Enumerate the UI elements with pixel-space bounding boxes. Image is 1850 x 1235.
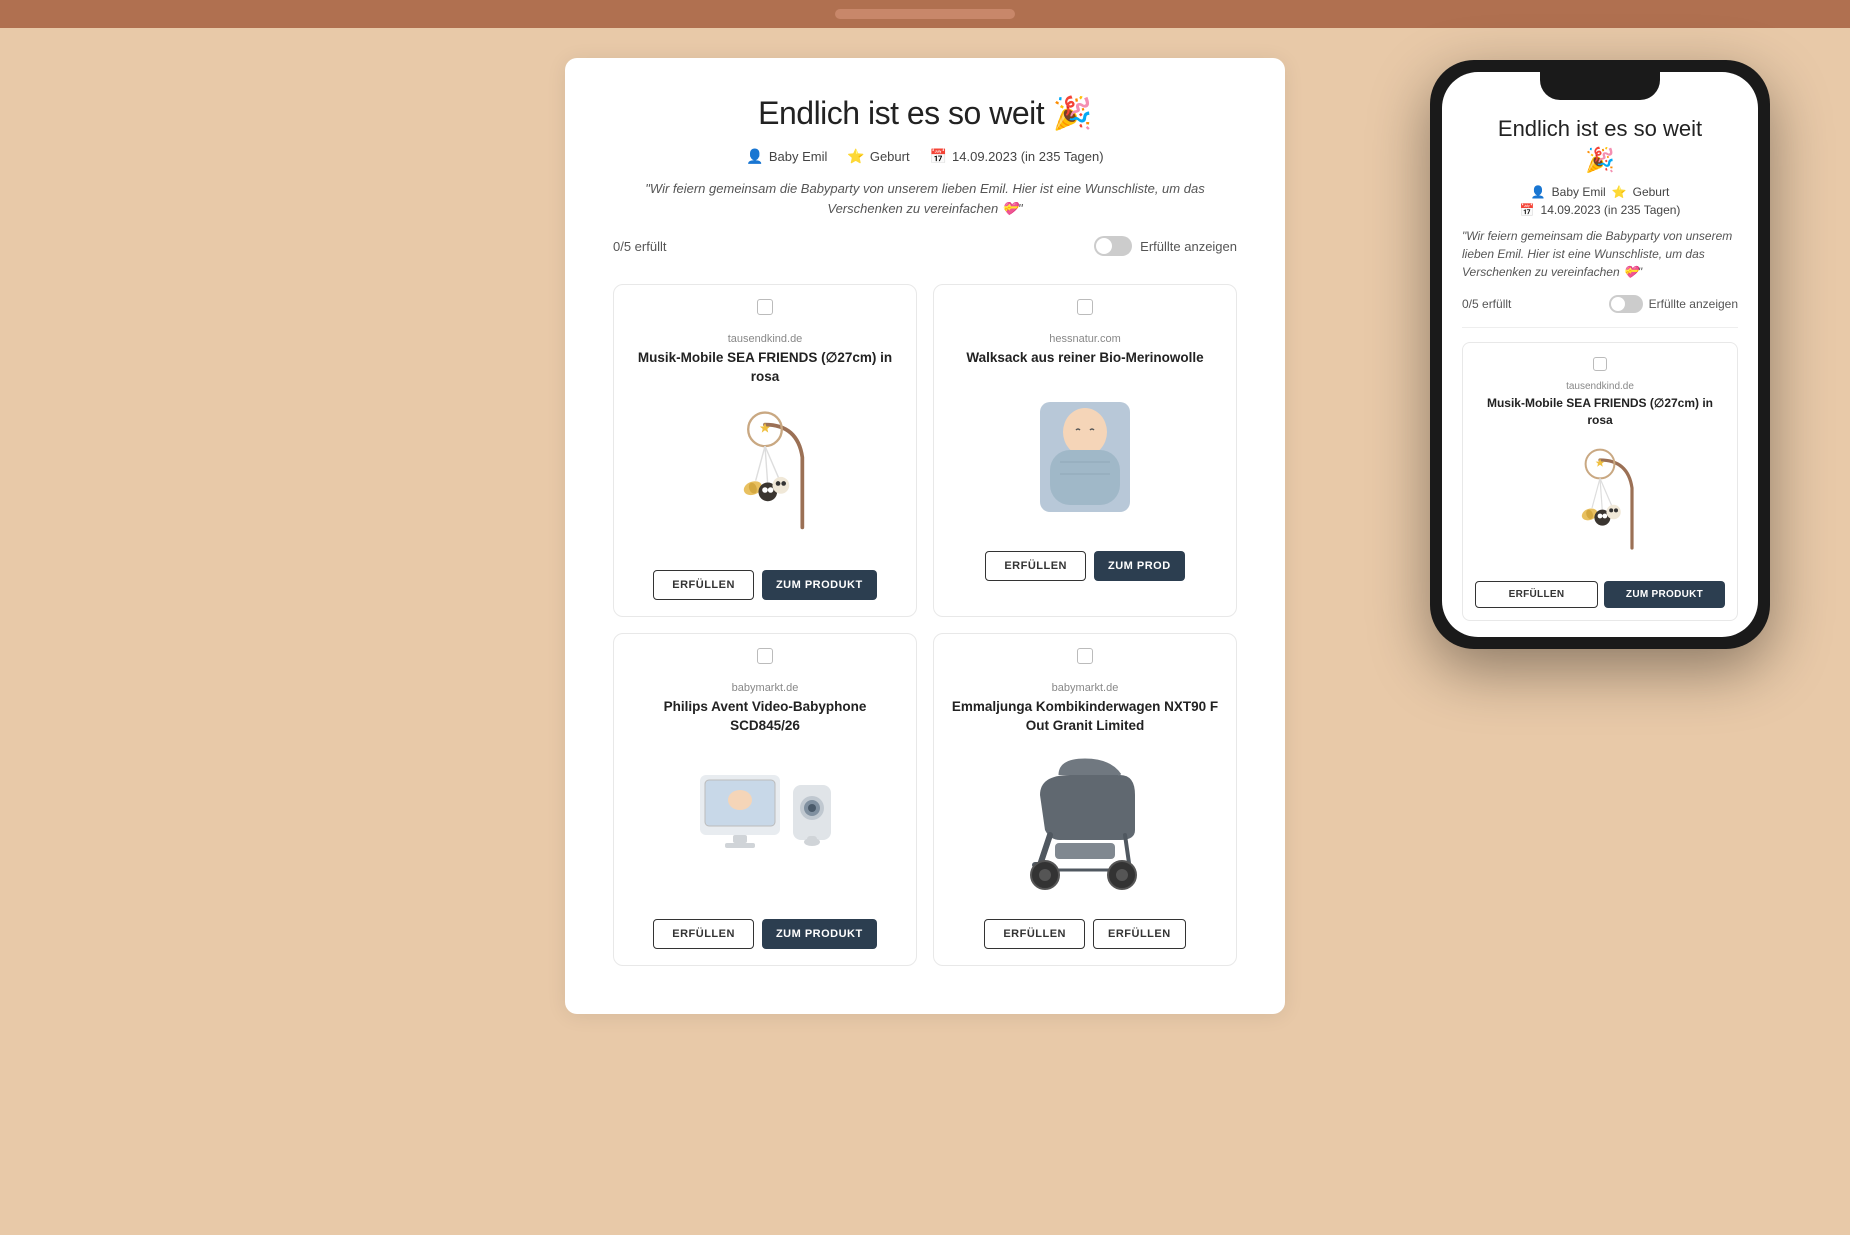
person-icon: 👤 [746, 148, 763, 165]
erfuellen-button-music-mobile[interactable]: ERFÜLLEN [653, 570, 754, 600]
zum-produkt-button-stroller-2[interactable]: ERFÜLLEN [1093, 919, 1186, 949]
phone-product-checkbox[interactable] [1593, 357, 1607, 371]
product-actions-walksack: ERFÜLLEN ZUM PROD [950, 551, 1220, 581]
product-image-babyphone [630, 748, 900, 903]
phone-product-name: Musik-Mobile SEA FRIENDS (∅27cm) in rosa [1475, 395, 1725, 429]
product-name-walksack: Walksack aus reiner Bio-Merinowolle [950, 349, 1220, 368]
product-checkbox-music-mobile[interactable] [757, 299, 773, 315]
phone-progress-label: 0/5 erfüllt [1462, 297, 1511, 311]
meta-name-label: Baby Emil [769, 149, 828, 164]
product-source-babyphone: babymarkt.de [630, 682, 900, 694]
meta-event-label: Geburt [870, 149, 910, 164]
erfuellen-button-walksack[interactable]: ERFÜLLEN [985, 551, 1086, 581]
erfuellen-button-babyphone[interactable]: ERFÜLLEN [653, 919, 754, 949]
product-image-walksack [950, 380, 1220, 535]
toggle-row: Erfüllte anzeigen [1094, 236, 1237, 256]
phone-product-source: tausendkind.de [1475, 381, 1725, 392]
product-card-music-mobile: tausendkind.de Musik-Mobile SEA FRIENDS … [613, 284, 917, 617]
phone-mockup: Endlich ist es so weit 🎉 👤 Baby Emil ⭐ G… [1430, 60, 1770, 649]
fulfilled-toggle[interactable] [1094, 236, 1132, 256]
product-actions-stroller: ERFÜLLEN ERFÜLLEN [950, 919, 1220, 949]
phone-meta-name: Baby Emil [1552, 185, 1606, 199]
card-meta: 👤 Baby Emil ⭐ Geburt 📅 14.09.2023 (in 23… [613, 148, 1237, 165]
toggle-label: Erfüllte anzeigen [1140, 239, 1237, 254]
zum-produkt-button-walksack[interactable]: ZUM PROD [1094, 551, 1185, 581]
product-grid: tausendkind.de Musik-Mobile SEA FRIENDS … [613, 284, 1237, 966]
phone-fulfilled-toggle[interactable] [1609, 295, 1643, 313]
phone-progress-row: 0/5 erfüllt Erfüllte anzeigen [1462, 295, 1738, 328]
phone-erfuellen-button[interactable]: ERFÜLLEN [1475, 581, 1598, 608]
phone-product-image [1475, 439, 1725, 569]
phone-meta-date-row: 📅 14.09.2023 (in 235 Tagen) [1520, 203, 1681, 217]
main-card: Endlich ist es so weit 🎉 👤 Baby Emil ⭐ G… [565, 58, 1285, 1014]
product-checkbox-stroller[interactable] [1077, 648, 1093, 664]
phone-calendar-icon: 📅 [1520, 203, 1535, 217]
product-checkbox-babyphone[interactable] [757, 648, 773, 664]
phone-meta-date: 14.09.2023 (in 235 Tagen) [1541, 203, 1681, 217]
phone-meta-event: Geburt [1633, 185, 1670, 199]
card-header: Endlich ist es so weit 🎉 [613, 94, 1237, 132]
calendar-icon: 📅 [930, 148, 947, 165]
product-name-stroller: Emmaljunga Kombikinderwagen NXT90 F Out … [950, 698, 1220, 736]
phone-meta: 👤 Baby Emil ⭐ Geburt 📅 14.09.2023 (in 23… [1462, 185, 1738, 217]
product-source-music-mobile: tausendkind.de [630, 333, 900, 345]
page-title: Endlich ist es so weit 🎉 [613, 94, 1237, 132]
erfuellen-button-stroller[interactable]: ERFÜLLEN [984, 919, 1085, 949]
phone-notch [1540, 72, 1660, 100]
product-image-stroller [950, 748, 1220, 903]
zum-produkt-button-babyphone[interactable]: ZUM PRODUKT [762, 919, 877, 949]
top-bar-pill [835, 9, 1015, 19]
phone-content: Endlich ist es so weit 🎉 👤 Baby Emil ⭐ G… [1442, 100, 1758, 637]
phone-toggle-row: Erfüllte anzeigen [1609, 295, 1738, 313]
phone-product-actions: ERFÜLLEN ZUM PRODUKT [1475, 581, 1725, 608]
phone-title: Endlich ist es so weit [1462, 116, 1738, 142]
product-name-music-mobile: Musik-Mobile SEA FRIENDS (∅27cm) in rosa [630, 349, 900, 387]
product-name-babyphone: Philips Avent Video-Babyphone SCD845/26 [630, 698, 900, 736]
progress-label: 0/5 erfüllt [613, 239, 666, 254]
phone-meta-name-row: 👤 Baby Emil ⭐ Geburt [1531, 185, 1670, 199]
phone-header: Endlich ist es so weit 🎉 [1462, 116, 1738, 175]
card-description: "Wir feiern gemeinsam die Babyparty von … [613, 179, 1237, 218]
progress-row: 0/5 erfüllt Erfüllte anzeigen [613, 236, 1237, 256]
phone-description: "Wir feiern gemeinsam die Babyparty von … [1462, 227, 1738, 281]
zum-produkt-button-music-mobile[interactable]: ZUM PRODUKT [762, 570, 877, 600]
product-image-music-mobile [630, 399, 900, 554]
product-card-stroller: babymarkt.de Emmaljunga Kombikinderwagen… [933, 633, 1237, 966]
phone-emoji: 🎉 [1462, 146, 1738, 175]
phone-zum-produkt-button[interactable]: ZUM PRODUKT [1604, 581, 1725, 608]
phone-outer: Endlich ist es so weit 🎉 👤 Baby Emil ⭐ G… [1430, 60, 1770, 649]
product-source-stroller: babymarkt.de [950, 682, 1220, 694]
meta-event: ⭐ Geburt [847, 148, 909, 165]
phone-toggle-label: Erfüllte anzeigen [1649, 297, 1738, 311]
phone-product-card: tausendkind.de Musik-Mobile SEA FRIENDS … [1462, 342, 1738, 621]
product-card-babyphone: babymarkt.de Philips Avent Video-Babypho… [613, 633, 917, 966]
phone-star-icon: ⭐ [1612, 185, 1627, 199]
phone-inner: Endlich ist es so weit 🎉 👤 Baby Emil ⭐ G… [1442, 72, 1758, 637]
product-card-walksack: hessnatur.com Walksack aus reiner Bio-Me… [933, 284, 1237, 617]
meta-date-label: 14.09.2023 (in 235 Tagen) [952, 149, 1104, 164]
top-bar [0, 0, 1850, 28]
product-actions-music-mobile: ERFÜLLEN ZUM PRODUKT [630, 570, 900, 600]
meta-date: 📅 14.09.2023 (in 235 Tagen) [930, 148, 1104, 165]
star-icon: ⭐ [847, 148, 864, 165]
product-checkbox-walksack[interactable] [1077, 299, 1093, 315]
product-source-walksack: hessnatur.com [950, 333, 1220, 345]
phone-person-icon: 👤 [1531, 185, 1546, 199]
product-actions-babyphone: ERFÜLLEN ZUM PRODUKT [630, 919, 900, 949]
meta-name: 👤 Baby Emil [746, 148, 827, 165]
